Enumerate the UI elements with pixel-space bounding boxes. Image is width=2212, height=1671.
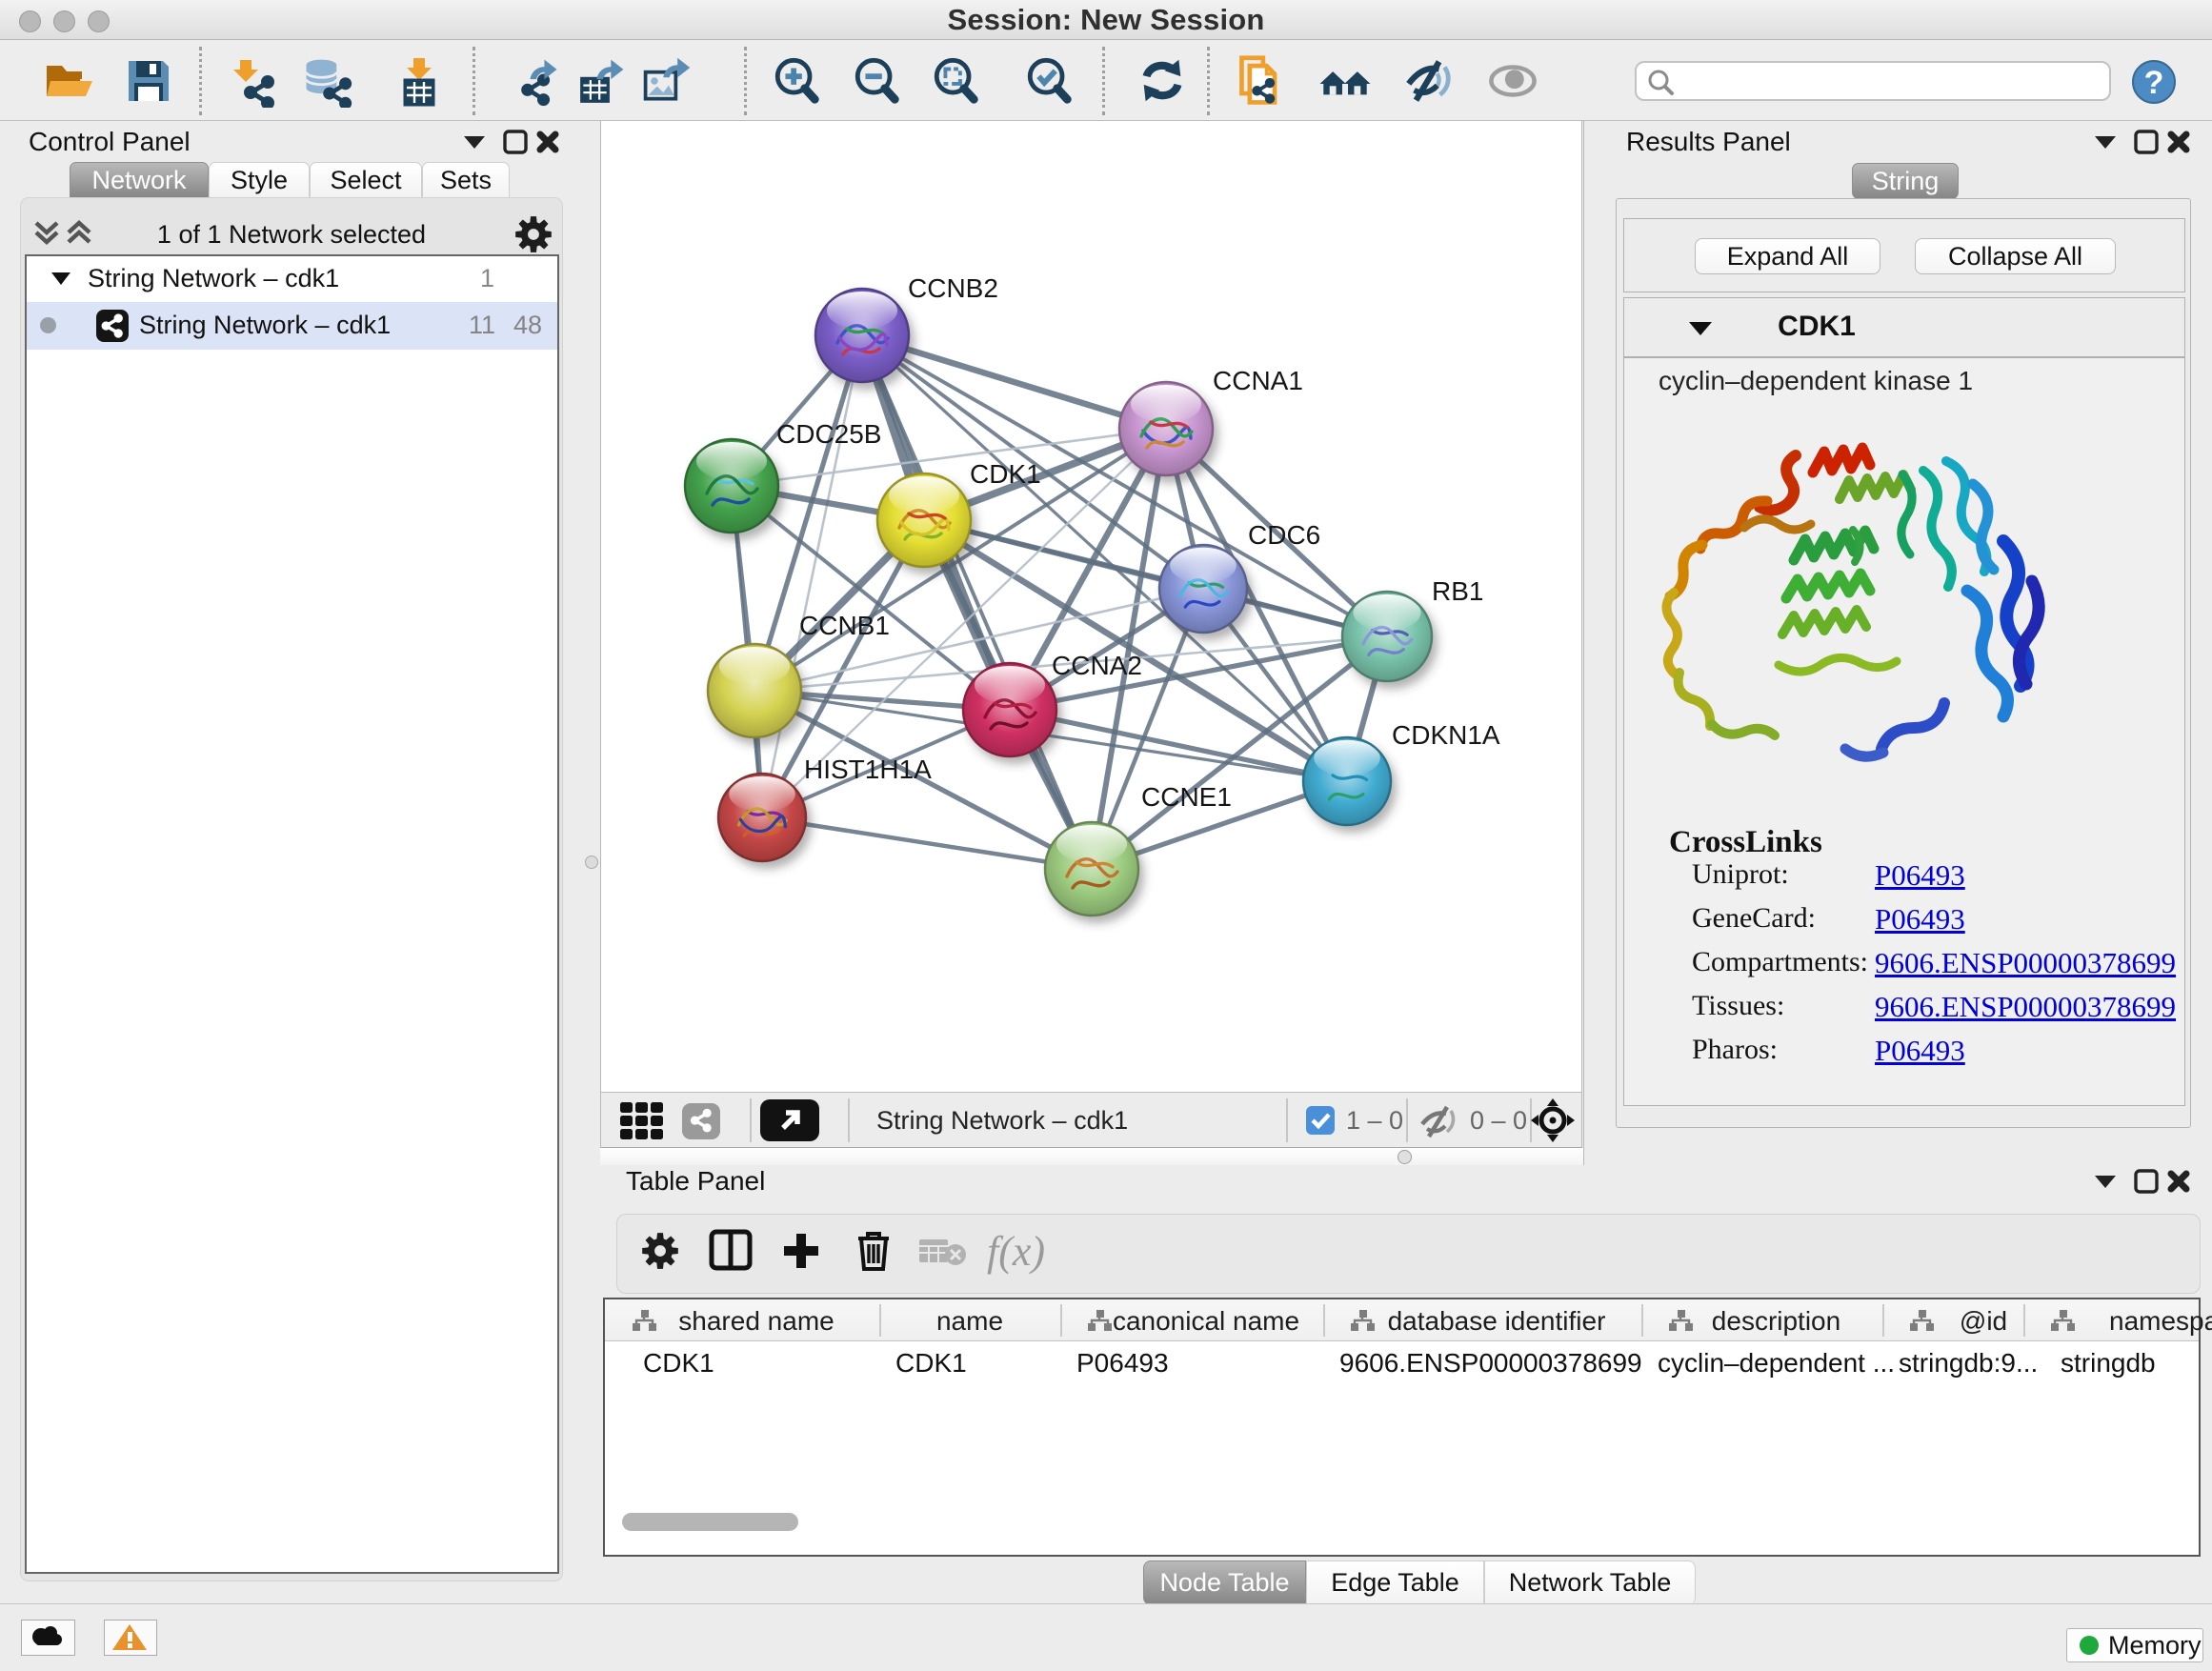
svg-text:CDKN1A: CDKN1A [1392,720,1500,750]
svg-text:CCNA2: CCNA2 [1052,651,1142,680]
svg-text:CDK1: CDK1 [970,459,1041,489]
svg-text:CCNB2: CCNB2 [908,273,998,303]
svg-text:CCNB1: CCNB1 [799,611,890,640]
svg-text:CDC25B: CDC25B [776,419,881,449]
svg-text:CCNA1: CCNA1 [1213,366,1303,395]
svg-text:HIST1H1A: HIST1H1A [804,755,932,784]
svg-text:RB1: RB1 [1432,576,1483,606]
svg-text:CDC6: CDC6 [1248,520,1320,550]
svg-text:CCNE1: CCNE1 [1141,782,1232,812]
